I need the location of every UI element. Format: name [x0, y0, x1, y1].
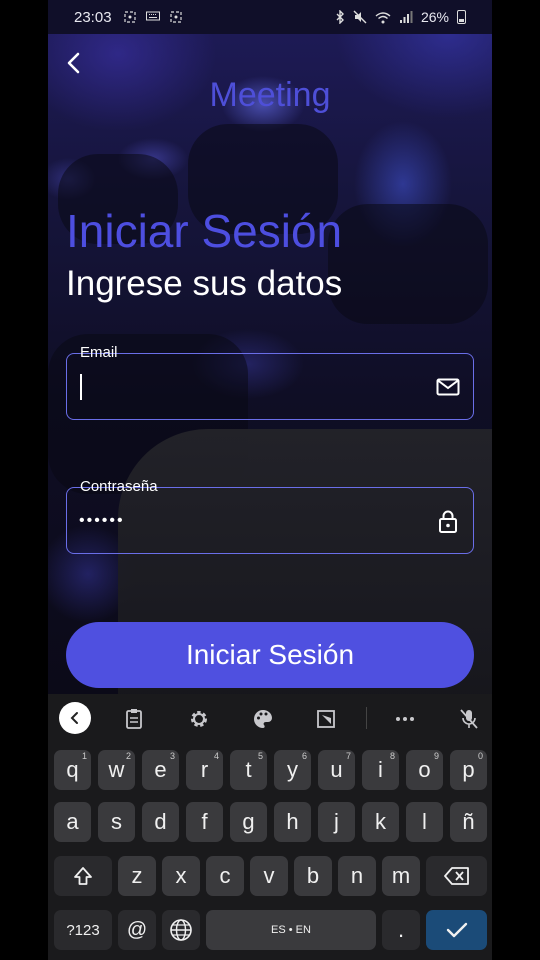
password-label: Contraseña — [80, 478, 158, 495]
key-j[interactable]: j — [318, 802, 355, 842]
key-label: i — [378, 757, 383, 782]
screenshot-icon — [169, 11, 182, 23]
symbols-key[interactable]: ?123 — [54, 910, 112, 950]
page-title: Iniciar Sesión — [66, 205, 343, 257]
status-right-icons: 26% — [335, 9, 466, 25]
phone-screen: 23:03 26% Meeting Iniciar Sesión Ingrese… — [48, 0, 492, 960]
key-hint: 8 — [389, 751, 395, 761]
space-key[interactable]: ES • EN — [206, 910, 376, 950]
key-d[interactable]: d — [142, 802, 179, 842]
key-w[interactable]: w2 — [98, 750, 135, 790]
key-label: u — [330, 757, 343, 782]
email-field[interactable]: Email — [66, 344, 474, 420]
enter-key[interactable] — [426, 910, 487, 950]
mail-icon — [436, 378, 460, 396]
signal-icon — [399, 10, 413, 23]
key-label: y — [287, 757, 298, 782]
clipboard-icon[interactable] — [121, 706, 147, 732]
battery-percent: 26% — [420, 9, 449, 25]
key-b[interactable]: b — [294, 856, 332, 896]
keyboard-toolbar — [48, 694, 492, 744]
login-button[interactable]: Iniciar Sesión — [66, 622, 474, 688]
app-logo-text: Meeting — [48, 76, 492, 125]
resize-icon[interactable] — [313, 706, 339, 732]
key-hint: 2 — [125, 751, 131, 761]
key-t[interactable]: t5 — [230, 750, 267, 790]
key-label: e — [154, 757, 167, 782]
period-key[interactable]: . — [382, 910, 420, 950]
key-label: r — [200, 757, 209, 782]
key-y[interactable]: y6 — [274, 750, 311, 790]
key-hint: 9 — [433, 751, 439, 761]
key-label: q — [66, 757, 79, 782]
key-hint: 1 — [81, 751, 87, 761]
key-m[interactable]: m — [382, 856, 420, 896]
key-i[interactable]: i8 — [362, 750, 399, 790]
key-hint: 0 — [477, 751, 483, 761]
gear-icon[interactable] — [186, 706, 212, 732]
backspace-icon — [443, 867, 469, 885]
key-hint: 7 — [345, 751, 351, 761]
toolbar-divider — [366, 707, 367, 729]
back-chevron-icon[interactable] — [62, 48, 86, 78]
key-s[interactable]: s — [98, 802, 135, 842]
lock-icon[interactable] — [435, 508, 461, 534]
key-hint: 4 — [213, 751, 219, 761]
mute-icon — [353, 10, 367, 24]
chevron-left-icon[interactable] — [59, 702, 91, 734]
key-r[interactable]: r4 — [186, 750, 223, 790]
globe-icon — [170, 919, 192, 941]
email-label: Email — [80, 344, 118, 361]
key-q[interactable]: q1 — [54, 750, 91, 790]
at-key[interactable]: @ — [118, 910, 156, 950]
page-subtitle: Ingrese sus datos — [66, 264, 343, 303]
key-h[interactable]: h — [274, 802, 311, 842]
key-label: w — [108, 757, 125, 782]
key-e[interactable]: e3 — [142, 750, 179, 790]
key-hint: 6 — [301, 751, 307, 761]
key-l[interactable]: l — [406, 802, 443, 842]
status-time: 23:03 — [74, 8, 112, 26]
palette-icon[interactable] — [250, 706, 276, 732]
email-input[interactable] — [79, 372, 419, 402]
checkmark-icon — [446, 922, 467, 938]
password-input[interactable] — [79, 506, 419, 536]
backspace-key[interactable] — [426, 856, 487, 896]
key-x[interactable]: x — [162, 856, 200, 896]
password-field[interactable]: Contraseña — [66, 478, 474, 554]
battery-icon — [457, 10, 466, 24]
shift-key[interactable] — [54, 856, 112, 896]
mic-off-icon[interactable] — [456, 706, 482, 732]
screenshot-icon — [123, 11, 136, 23]
more-icon[interactable] — [392, 706, 418, 732]
key-z[interactable]: z — [118, 856, 156, 896]
key-hint: 5 — [257, 751, 263, 761]
key-n[interactable]: n — [338, 856, 376, 896]
key-label: o — [418, 757, 431, 782]
key-label: t — [245, 757, 252, 782]
key-a[interactable]: a — [54, 802, 91, 842]
text-cursor — [80, 374, 82, 400]
app-name: Meeting — [209, 76, 331, 114]
status-left-icons — [123, 11, 182, 23]
bluetooth-icon — [336, 10, 344, 24]
language-key[interactable] — [162, 910, 200, 950]
key-u[interactable]: u7 — [318, 750, 355, 790]
seat-shape — [328, 204, 488, 324]
keyboard: q1 w2 e3 r4 t5 y6 u7 i8 o9 p0 a s d f g … — [48, 694, 492, 960]
wifi-icon — [375, 11, 391, 23]
key-o[interactable]: o9 — [406, 750, 443, 790]
key-label: p — [462, 757, 475, 782]
key-hint: 3 — [169, 751, 175, 761]
key-c[interactable]: c — [206, 856, 244, 896]
key-f[interactable]: f — [186, 802, 223, 842]
key-v[interactable]: v — [250, 856, 288, 896]
key-p[interactable]: p0 — [450, 750, 487, 790]
key-n-tilde[interactable]: ñ — [450, 802, 487, 842]
keyboard-icon — [145, 11, 160, 21]
key-k[interactable]: k — [362, 802, 399, 842]
status-bar: 23:03 26% — [48, 0, 492, 34]
shift-icon — [74, 867, 92, 885]
key-g[interactable]: g — [230, 802, 267, 842]
